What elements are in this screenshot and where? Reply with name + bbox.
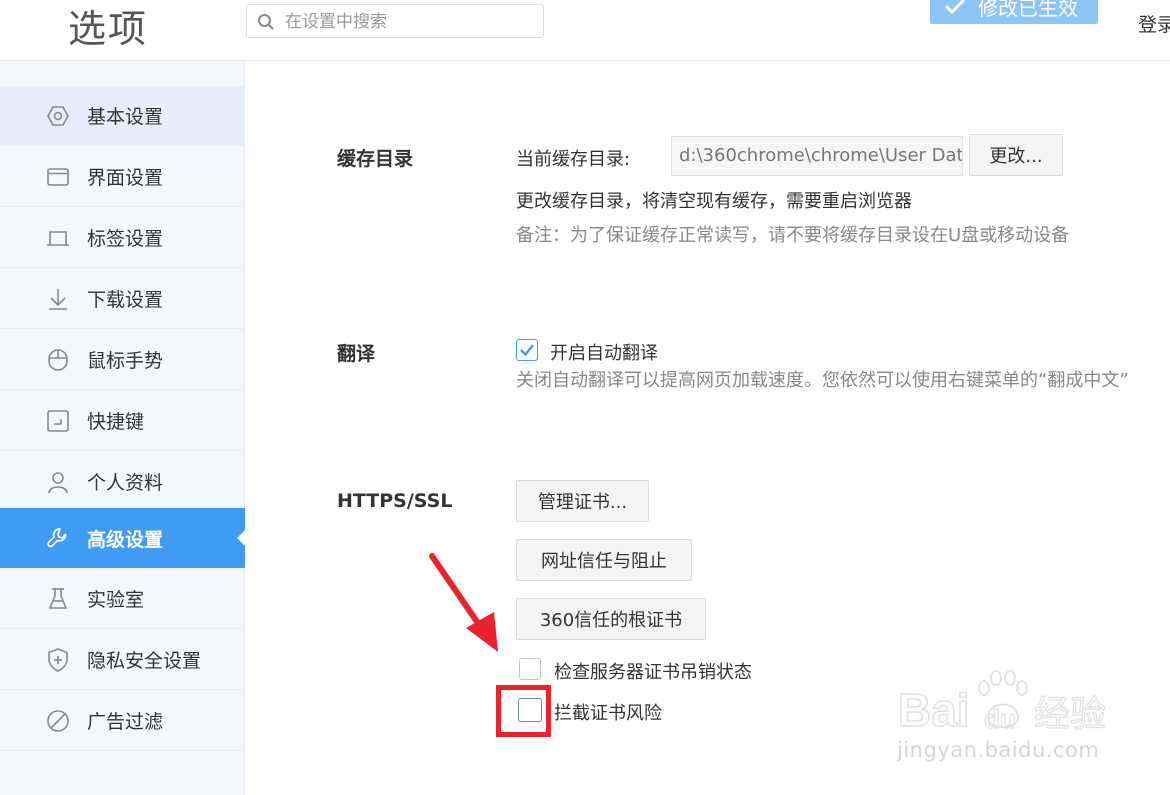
ban-icon: [47, 710, 69, 732]
cache-path-field: d:\360chrome\chrome\User Data: [671, 136, 963, 176]
translate-description: 关闭自动翻译可以提高网页加载速度。您依然可以使用右键菜单的“翻成中文”: [516, 370, 1129, 391]
highlight-box: [496, 685, 551, 737]
sidebar-item-shortcuts[interactable]: 快捷键: [0, 391, 245, 451]
search-box[interactable]: [246, 4, 544, 38]
shortcut-icon: [47, 410, 69, 432]
sidebar-item-adblock[interactable]: 广告过滤: [0, 691, 245, 751]
url-trust-block-button[interactable]: 网址信任与阻止: [516, 539, 692, 581]
sidebar-item-label: 界面设置: [87, 167, 164, 189]
https-section-title: HTTPS/SSL: [337, 490, 453, 512]
current-cache-label: 当前缓存目录:: [516, 149, 631, 170]
window-icon: [47, 168, 69, 186]
flask-icon: [48, 588, 68, 609]
sidebar-item-label: 快捷键: [87, 411, 145, 433]
sidebar-item-label: 下载设置: [87, 289, 164, 311]
sidebar-item-lab[interactable]: 实验室: [0, 569, 245, 629]
header-bar: 选项 修改已生效 登录: [0, 0, 1170, 61]
sidebar-item-label: 广告过滤: [87, 711, 164, 733]
auto-translate-checkbox[interactable]: [516, 339, 538, 361]
user-icon: [48, 472, 68, 494]
change-cache-button[interactable]: 更改...: [969, 134, 1063, 176]
sidebar-item-interface[interactable]: 界面设置: [0, 147, 245, 207]
wrench-icon: [47, 528, 67, 548]
baidu-logo-icon: Bai du 经验: [898, 670, 1107, 737]
check-icon: [944, 0, 966, 15]
login-link[interactable]: 登录: [1138, 10, 1170, 37]
cache-section-title: 缓存目录: [337, 148, 414, 170]
sidebar-item-label: 标签设置: [87, 228, 164, 250]
sidebar-item-download[interactable]: 下载设置: [0, 269, 245, 329]
sidebar-item-label: 基本设置: [87, 106, 164, 128]
changes-applied-label: 修改已生效: [978, 0, 1078, 20]
hexagon-settings-icon: [47, 106, 69, 126]
watermark-url: jingyan.baidu.com: [897, 738, 1100, 762]
sidebar-item-tabs[interactable]: 标签设置: [0, 208, 245, 268]
download-icon: [49, 289, 67, 310]
sidebar-item-label: 隐私安全设置: [87, 650, 202, 672]
page-title: 选项: [68, 7, 149, 51]
auto-translate-label: 开启自动翻译: [550, 343, 658, 364]
check-revocation-label: 检查服务器证书吊销状态: [554, 662, 752, 683]
svg-text:经验: 经验: [1034, 694, 1106, 735]
search-icon: [258, 14, 274, 30]
checkmark-icon: [520, 344, 534, 357]
sidebar-item-mouse-gesture[interactable]: 鼠标手势: [0, 330, 245, 390]
sidebar-item-label: 实验室: [87, 589, 145, 611]
sidebar-item-label: 鼠标手势: [87, 350, 164, 372]
sidebar-item-profile[interactable]: 个人资料: [0, 452, 245, 512]
shield-plus-icon: [48, 648, 68, 672]
svg-text:du: du: [984, 704, 1016, 734]
mouse-icon: [48, 349, 68, 371]
annotation-arrow-icon: [429, 553, 498, 652]
trusted-root-certs-button[interactable]: 360信任的根证书: [516, 598, 706, 640]
changes-applied-button[interactable]: 修改已生效: [930, 0, 1098, 24]
active-indicator: [237, 529, 246, 547]
cache-change-notice: 更改缓存目录，将清空现有缓存，需要重启浏览器: [516, 191, 912, 212]
sidebar: 基本设置 界面设置 标签设置 下载设置 鼠标手势 快捷键 个人资料 高级设置 实…: [0, 61, 246, 795]
cache-note: 备注：为了保证缓存正常读写，请不要将缓存目录设在U盘或移动设备: [516, 225, 1070, 246]
sidebar-item-label: 个人资料: [87, 472, 164, 494]
sidebar-item-advanced[interactable]: 高级设置: [0, 508, 246, 568]
sidebar-item-basic[interactable]: 基本设置: [0, 86, 245, 146]
svg-text:Bai: Bai: [898, 684, 970, 736]
sidebar-item-privacy[interactable]: 隐私安全设置: [0, 630, 245, 690]
manage-certificates-button[interactable]: 管理证书...: [516, 480, 649, 522]
tab-icon: [47, 231, 69, 246]
sidebar-item-label: 高级设置: [87, 528, 164, 551]
check-revocation-checkbox[interactable]: [519, 658, 541, 680]
search-input[interactable]: [283, 8, 537, 36]
block-cert-risk-label: 拦截证书风险: [554, 703, 662, 724]
translate-section-title: 翻译: [337, 343, 376, 365]
